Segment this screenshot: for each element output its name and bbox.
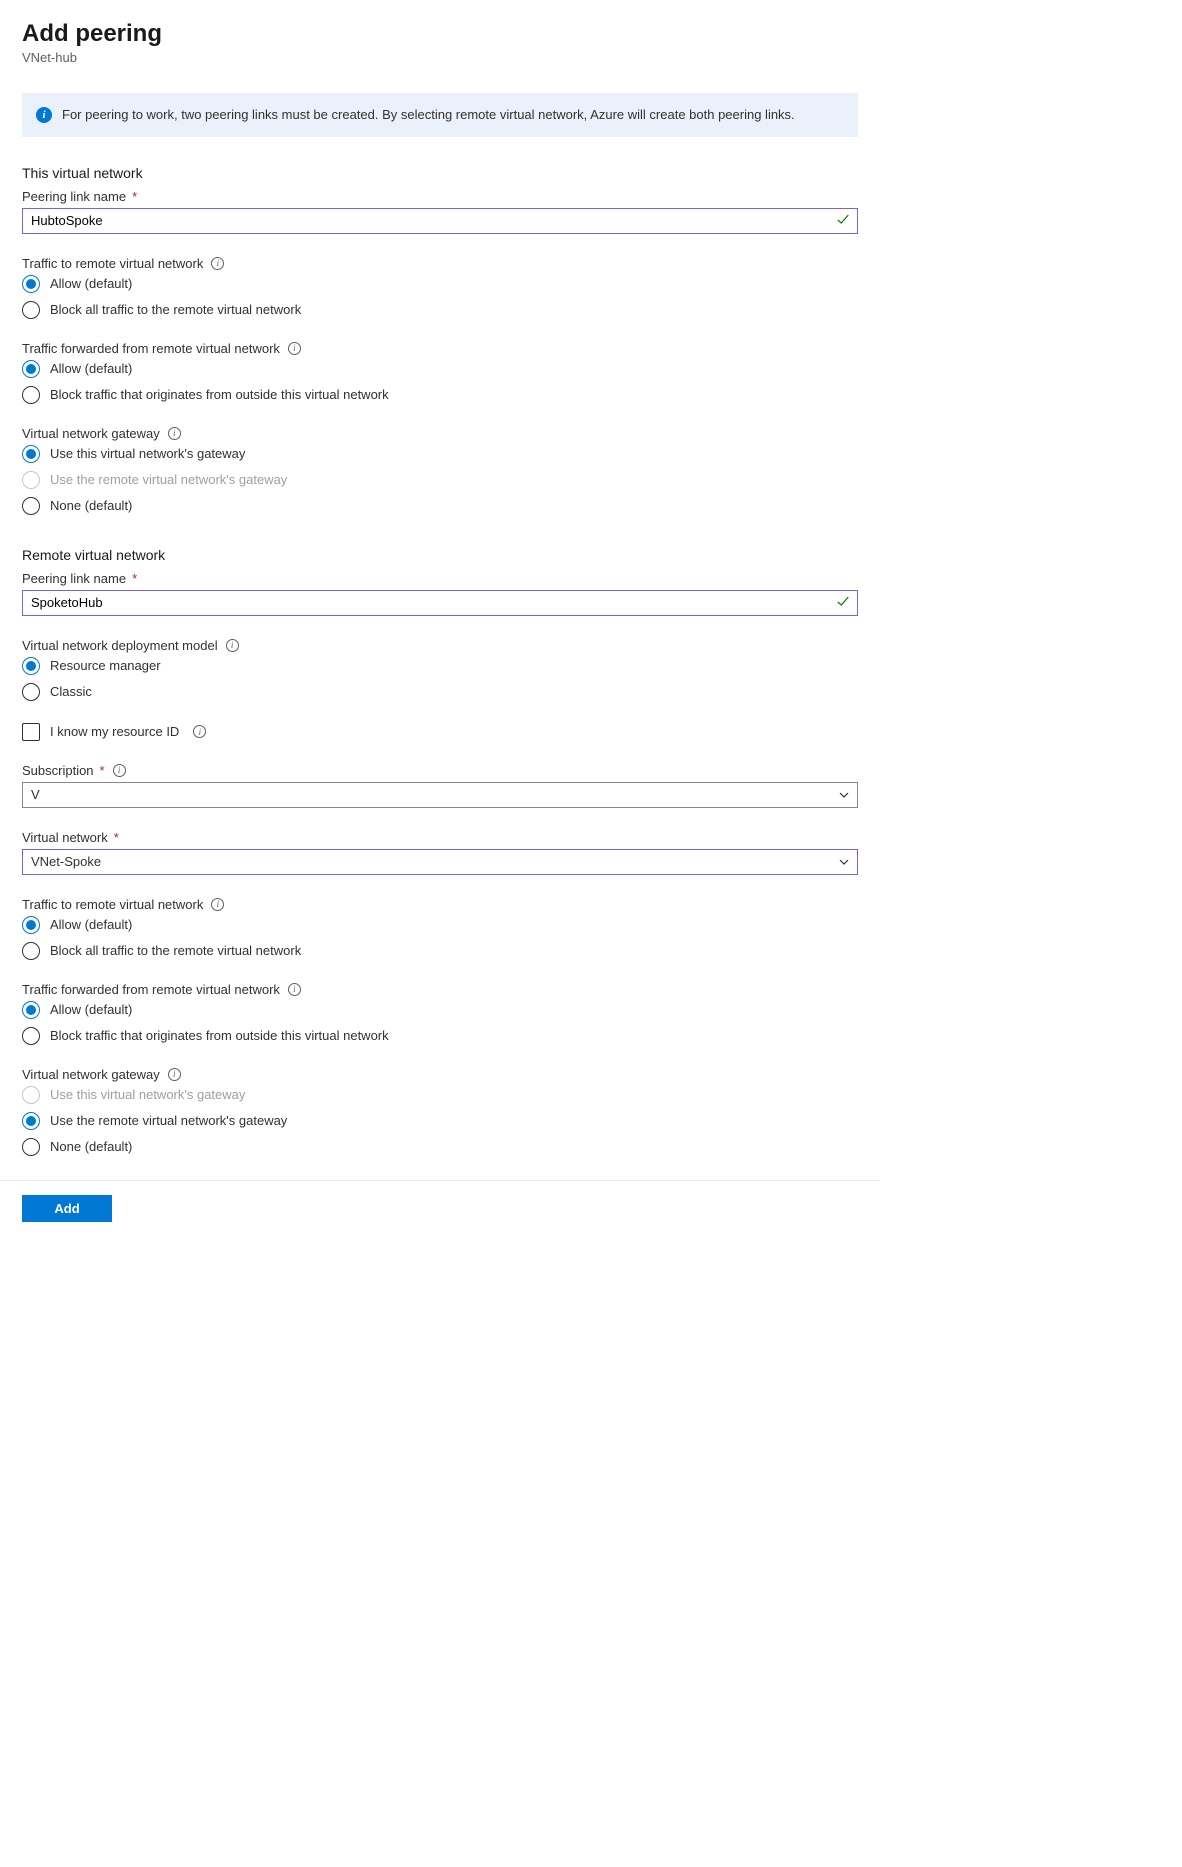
this-traffic-fwd-block[interactable]: Block traffic that originates from outsi…	[22, 386, 858, 404]
radio-icon	[22, 1001, 40, 1019]
this-gateway-use-remote: Use the remote virtual network's gateway	[22, 471, 858, 489]
radio-icon	[22, 360, 40, 378]
radio-icon	[22, 1138, 40, 1156]
this-vnet-heading: This virtual network	[22, 165, 858, 181]
help-icon[interactable]: i	[288, 983, 301, 996]
info-text: For peering to work, two peering links m…	[62, 105, 795, 125]
this-traffic-to-allow[interactable]: Allow (default)	[22, 275, 858, 293]
remote-deployment-classic[interactable]: Classic	[22, 683, 858, 701]
help-icon[interactable]: i	[168, 1068, 181, 1081]
this-traffic-fwd-label: Traffic forwarded from remote virtual ne…	[22, 341, 858, 356]
radio-icon	[22, 1086, 40, 1104]
radio-icon	[22, 942, 40, 960]
remote-traffic-to-allow[interactable]: Allow (default)	[22, 916, 858, 934]
this-traffic-to-label: Traffic to remote virtual network i	[22, 256, 858, 271]
radio-icon	[22, 1112, 40, 1130]
remote-traffic-to-label: Traffic to remote virtual network i	[22, 897, 858, 912]
radio-icon	[22, 683, 40, 701]
remote-deployment-rm[interactable]: Resource manager	[22, 657, 858, 675]
remote-gateway-none[interactable]: None (default)	[22, 1138, 858, 1156]
help-icon[interactable]: i	[288, 342, 301, 355]
radio-icon	[22, 386, 40, 404]
help-icon[interactable]: i	[211, 257, 224, 270]
remote-peering-link-label: Peering link name*	[22, 571, 858, 586]
this-traffic-to-block[interactable]: Block all traffic to the remote virtual …	[22, 301, 858, 319]
remote-vnet-heading: Remote virtual network	[22, 547, 858, 563]
know-resource-id-checkbox[interactable]: I know my resource ID i	[22, 723, 858, 741]
remote-traffic-fwd-allow[interactable]: Allow (default)	[22, 1001, 858, 1019]
add-button[interactable]: Add	[22, 1195, 112, 1222]
help-icon[interactable]: i	[168, 427, 181, 440]
radio-icon	[22, 916, 40, 934]
vnet-select[interactable]: VNet-Spoke	[22, 849, 858, 875]
remote-traffic-fwd-block[interactable]: Block traffic that originates from outsi…	[22, 1027, 858, 1045]
info-icon: i	[36, 107, 52, 123]
this-gateway-label: Virtual network gateway i	[22, 426, 858, 441]
radio-icon	[22, 657, 40, 675]
radio-icon	[22, 1027, 40, 1045]
radio-icon	[22, 497, 40, 515]
remote-traffic-fwd-label: Traffic forwarded from remote virtual ne…	[22, 982, 858, 997]
this-gateway-none[interactable]: None (default)	[22, 497, 858, 515]
help-icon[interactable]: i	[113, 764, 126, 777]
this-peering-link-label: Peering link name*	[22, 189, 858, 204]
checkbox-icon	[22, 723, 40, 741]
remote-gateway-label: Virtual network gateway i	[22, 1067, 858, 1082]
this-traffic-fwd-allow[interactable]: Allow (default)	[22, 360, 858, 378]
this-gateway-use-this[interactable]: Use this virtual network's gateway	[22, 445, 858, 463]
remote-deployment-model-label: Virtual network deployment model i	[22, 638, 858, 653]
radio-icon	[22, 471, 40, 489]
subscription-select[interactable]: V	[22, 782, 858, 808]
radio-icon	[22, 445, 40, 463]
radio-icon	[22, 301, 40, 319]
page-subtitle: VNet-hub	[22, 50, 858, 65]
vnet-label: Virtual network*	[22, 830, 858, 845]
remote-gateway-use-this: Use this virtual network's gateway	[22, 1086, 858, 1104]
subscription-label: Subscription* i	[22, 763, 858, 778]
help-icon[interactable]: i	[226, 639, 239, 652]
radio-icon	[22, 275, 40, 293]
help-icon[interactable]: i	[211, 898, 224, 911]
remote-traffic-to-block[interactable]: Block all traffic to the remote virtual …	[22, 942, 858, 960]
info-banner: i For peering to work, two peering links…	[22, 93, 858, 137]
page-title: Add peering	[22, 20, 858, 48]
help-icon[interactable]: i	[193, 725, 206, 738]
this-peering-link-input[interactable]	[22, 208, 858, 234]
remote-peering-link-input[interactable]	[22, 590, 858, 616]
remote-gateway-use-remote[interactable]: Use the remote virtual network's gateway	[22, 1112, 858, 1130]
